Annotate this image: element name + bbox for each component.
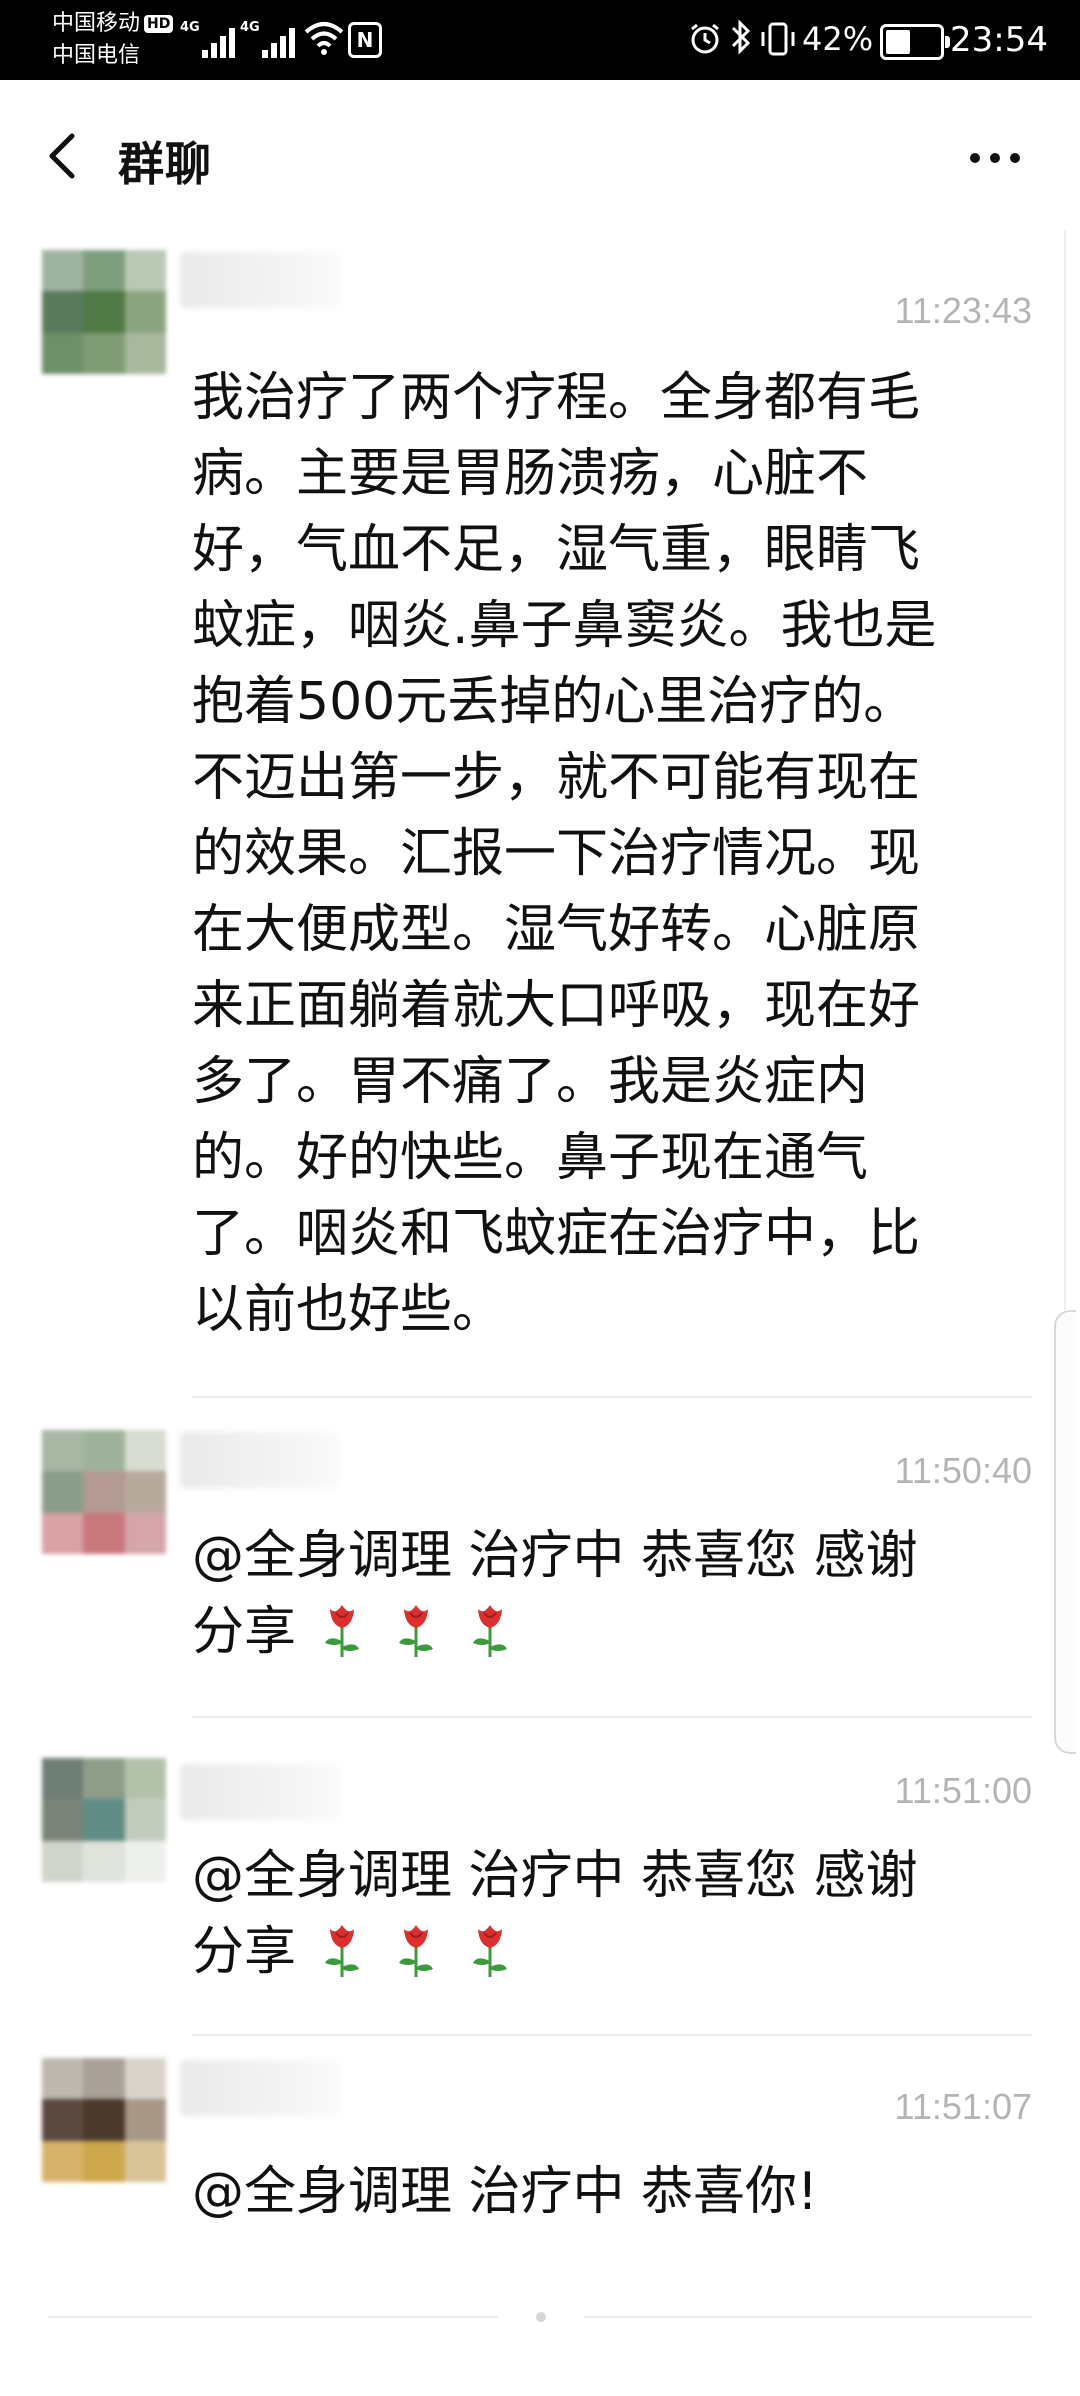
rose-icon	[471, 1603, 509, 1659]
message-time: 11:51:00	[894, 1770, 1032, 1811]
scroll-line	[1064, 230, 1066, 1310]
avatar[interactable]	[42, 250, 166, 374]
message-line: 分享	[192, 1922, 297, 1982]
list-end-divider	[48, 2316, 498, 2318]
message-divider	[192, 2034, 1032, 2036]
carrier-1: 中国移动 HD	[52, 11, 174, 36]
message-line: 蚊症，咽炎.鼻子鼻窦炎。我也是	[192, 596, 937, 656]
message-line: 了。咽炎和飞蚊症在治疗中，比	[192, 1204, 921, 1264]
message-text: @全身调理 治疗中 恭喜您 感谢 分享	[192, 1838, 1022, 1990]
message-line: @全身调理 治疗中 恭喜您 感谢	[192, 1526, 918, 1586]
sender-name	[180, 252, 340, 308]
carrier-2: 中国电信	[52, 43, 141, 68]
message-line: 在大便成型。湿气好转。心脏原	[192, 900, 921, 960]
message-line-with-emoji: 分享	[192, 1914, 1022, 1990]
avatar[interactable]	[42, 1430, 166, 1554]
signal-2-tag: 4G	[240, 20, 260, 35]
alarm-icon	[691, 23, 719, 54]
bluetooth-icon	[731, 19, 751, 55]
sender-name	[180, 2060, 340, 2116]
message-line: 多了。胃不痛了。我是炎症内	[192, 1052, 869, 1112]
message-time: 11:50:40	[894, 1450, 1032, 1491]
avatar[interactable]	[42, 1758, 166, 1882]
rose-icon	[397, 1923, 435, 1979]
sender-name	[180, 1432, 340, 1488]
rose-icon	[323, 1603, 361, 1659]
rose-icon	[397, 1603, 435, 1659]
status-bar: 中国移动 HD 中国电信 4G 4G N 42% 23:54	[0, 0, 1080, 80]
rose-icon	[323, 1923, 361, 1979]
message-line: @全身调理 治疗中 恭喜你!	[192, 2162, 818, 2222]
more-dots-icon[interactable]	[960, 138, 1030, 178]
page-title: 群聊	[118, 137, 212, 191]
message-line: 分享	[192, 1602, 297, 1662]
message-line: 的。好的快些。鼻子现在通气	[192, 1128, 869, 1188]
signal-1-tag: 4G	[180, 20, 200, 35]
list-end-divider	[584, 2316, 1032, 2318]
message-line: 的效果。汇报一下治疗情况。现	[192, 824, 921, 884]
message-line: 来正面躺着就大口呼吸，现在好	[192, 976, 921, 1036]
nfc-icon: N	[348, 22, 382, 58]
status-time: 23:54	[950, 20, 1048, 60]
list-end-dot	[536, 2312, 546, 2322]
battery-percent: 42%	[802, 20, 874, 58]
message-line-with-emoji: 分享	[192, 1594, 1022, 1670]
avatar[interactable]	[42, 2058, 166, 2182]
message-line: 以前也好些。	[192, 1280, 505, 1340]
chevron-left-icon[interactable]	[36, 120, 96, 192]
message-line: 抱着500元丢掉的心里治疗的。	[192, 672, 916, 732]
message-line: 好，气血不足，湿气重，眼睛飞	[192, 520, 921, 580]
message-line: @全身调理 治疗中 恭喜您 感谢	[192, 1846, 918, 1906]
hd-badge: HD	[144, 15, 174, 33]
message-text: @全身调理 治疗中 恭喜你!	[192, 2154, 1022, 2230]
message-text: @全身调理 治疗中 恭喜您 感谢 分享	[192, 1518, 1022, 1670]
message-divider	[192, 1396, 1032, 1398]
message-divider	[192, 1716, 1032, 1718]
carrier-1-name: 中国移动	[52, 11, 141, 36]
chat-header: 群聊	[0, 80, 1080, 230]
message-line: 不迈出第一步，就不可能有现在	[192, 748, 921, 808]
message-time: 11:23:43	[894, 290, 1032, 331]
rose-icon	[471, 1923, 509, 1979]
message-time: 11:51:07	[894, 2086, 1032, 2127]
battery-icon	[880, 24, 950, 60]
sender-name	[180, 1764, 340, 1820]
message-line: 病。主要是胃肠溃疡，心脏不	[192, 444, 869, 504]
wifi-icon	[304, 22, 344, 55]
message-line: 我治疗了两个疗程。全身都有毛	[192, 368, 921, 428]
scrollbar[interactable]	[1054, 1310, 1076, 1754]
vibrate-icon	[761, 22, 795, 56]
message-text: 我治疗了两个疗程。全身都有毛 病。主要是胃肠溃疡，心脏不 好，气血不足，湿气重，…	[192, 360, 1022, 1348]
